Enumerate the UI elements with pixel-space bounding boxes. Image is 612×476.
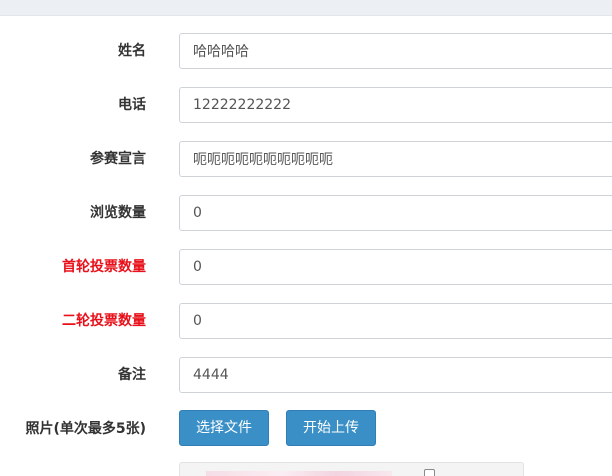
form-row-views: 浏览数量 (0, 194, 612, 232)
form-row-declaration: 参赛宣言 (0, 140, 612, 178)
photos-label: 照片(单次最多5张) (25, 421, 146, 437)
declaration-label: 参赛宣言 (90, 151, 146, 167)
form-row-second-round-votes: 二轮投票数量 (0, 302, 612, 340)
remarks-input[interactable] (179, 357, 612, 393)
remarks-label: 备注 (118, 367, 146, 383)
start-upload-button[interactable]: 开始上传 (286, 410, 376, 446)
declaration-input[interactable] (179, 141, 612, 177)
views-input[interactable] (179, 195, 612, 231)
first-round-votes-label: 首轮投票数量 (62, 259, 146, 275)
photo-preview-panel (179, 462, 524, 476)
form-row-phone: 电话 (0, 86, 612, 124)
views-label: 浏览数量 (90, 205, 146, 221)
form-row-remarks: 备注 (0, 356, 612, 394)
second-round-votes-label: 二轮投票数量 (62, 313, 146, 329)
phone-label: 电话 (118, 97, 146, 113)
choose-file-button[interactable]: 选择文件 (179, 410, 269, 446)
name-label: 姓名 (118, 43, 146, 59)
name-input[interactable] (179, 33, 612, 69)
photo-select-checkbox[interactable] (424, 469, 435, 476)
phone-input[interactable] (179, 87, 612, 123)
form-row-name: 姓名 (0, 32, 612, 70)
first-round-votes-input[interactable] (179, 249, 612, 285)
photo-thumbnail (206, 471, 392, 476)
form-row-first-round-votes: 首轮投票数量 (0, 248, 612, 286)
contestant-edit-form: 姓名 电话 参赛宣言 浏览数量 首轮投票数量 二轮投票数量 备注 照片(单次最多… (0, 0, 612, 476)
second-round-votes-input[interactable] (179, 303, 612, 339)
